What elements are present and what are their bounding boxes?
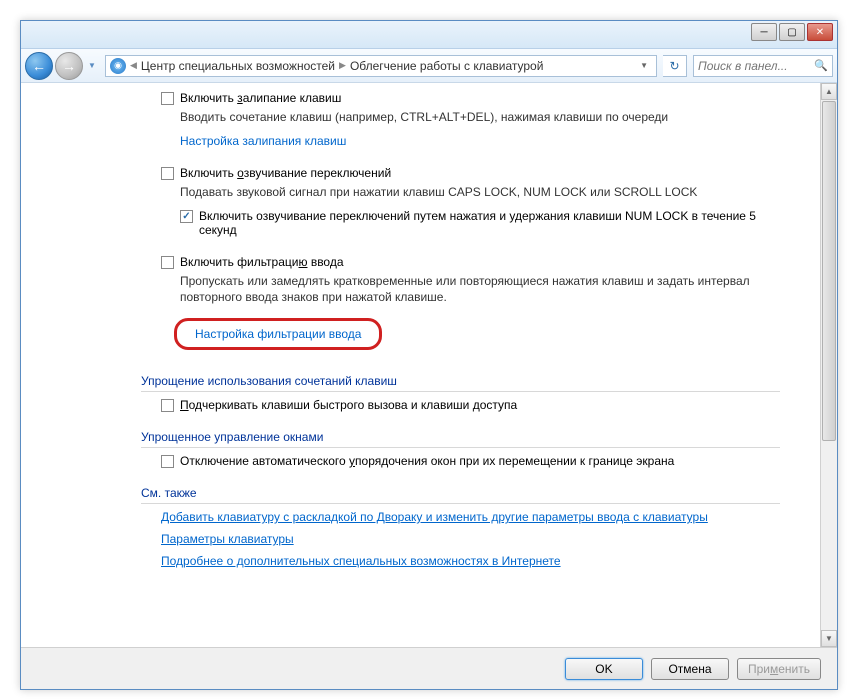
ease-of-access-icon: ◉ (110, 58, 126, 74)
keyboard-params-link[interactable]: Параметры клавиатуры (161, 532, 294, 546)
forward-button[interactable]: → (55, 52, 83, 80)
control-panel-window: ─ ▢ ✕ ← → ▼ ◉ ◀ Центр специальных возмож… (20, 20, 838, 690)
toggle-keys-label[interactable]: Включить озвучивание переключений (180, 166, 391, 180)
search-box[interactable]: 🔍 (693, 55, 833, 77)
toggle-keys-checkbox[interactable] (161, 167, 174, 180)
maximize-button[interactable]: ▢ (779, 23, 805, 41)
underline-shortcuts-checkbox[interactable] (161, 399, 174, 412)
scroll-thumb[interactable] (822, 101, 836, 441)
vertical-scrollbar[interactable]: ▲ ▼ (820, 83, 837, 647)
breadcrumb-separator-icon: ◀ (130, 60, 137, 71)
search-input[interactable] (698, 59, 814, 73)
disable-snap-label[interactable]: Отключение автоматического упорядочения … (180, 454, 674, 468)
filter-keys-checkbox[interactable] (161, 256, 174, 269)
scroll-down-arrow[interactable]: ▼ (821, 630, 837, 647)
sticky-keys-checkbox[interactable] (161, 92, 174, 105)
toggle-keys-numlock-checkbox[interactable] (180, 210, 193, 223)
filter-keys-description: Пропускать или замедлять кратковременные… (180, 273, 760, 307)
search-icon: 🔍 (814, 59, 828, 72)
toggle-keys-numlock-label[interactable]: Включить озвучивание переключений путем … (199, 209, 759, 237)
breadcrumb-part1[interactable]: Центр специальных возможностей (141, 59, 335, 73)
ok-button[interactable]: OK (565, 658, 643, 680)
scroll-up-arrow[interactable]: ▲ (821, 83, 837, 100)
back-button[interactable]: ← (25, 52, 53, 80)
breadcrumb-part2[interactable]: Облегчение работы с клавиатурой (350, 59, 544, 73)
breadcrumb-separator-icon: ▶ (339, 60, 346, 71)
underline-shortcuts-label[interactable]: Подчеркивать клавиши быстрого вызова и к… (180, 398, 517, 412)
dialog-footer: OK Отмена Применить (21, 647, 837, 689)
sticky-keys-label[interactable]: Включить залипание клавиш (180, 91, 341, 105)
filter-keys-settings-link[interactable]: Настройка фильтрации ввода (195, 327, 361, 341)
sticky-keys-settings-link[interactable]: Настройка залипания клавиш (180, 134, 346, 148)
shortcuts-section-header: Упрощение использования сочетаний клавиш (141, 374, 780, 392)
navigation-bar: ← → ▼ ◉ ◀ Центр специальных возможностей… (21, 49, 837, 83)
apply-button: Применить (737, 658, 821, 680)
address-bar[interactable]: ◉ ◀ Центр специальных возможностей ▶ Обл… (105, 55, 657, 77)
see-also-header: См. также (141, 486, 780, 504)
cancel-button[interactable]: Отмена (651, 658, 729, 680)
toggle-keys-description: Подавать звуковой сигнал при нажатии кла… (180, 184, 780, 201)
address-dropdown-icon[interactable]: ▼ (636, 61, 652, 70)
dvorak-link[interactable]: Добавить клавиатуру с раскладкой по Двор… (161, 510, 708, 524)
close-button[interactable]: ✕ (807, 23, 833, 41)
content-pane: Включить залипание клавиш Вводить сочета… (21, 83, 820, 647)
highlight-annotation: Настройка фильтрации ввода (174, 318, 382, 350)
minimize-button[interactable]: ─ (751, 23, 777, 41)
titlebar[interactable]: ─ ▢ ✕ (21, 21, 837, 49)
filter-keys-label[interactable]: Включить фильтрацию ввода (180, 255, 344, 269)
online-help-link[interactable]: Подробнее о дополнительных специальных в… (161, 554, 561, 568)
nav-history-dropdown[interactable]: ▼ (85, 56, 99, 76)
sticky-keys-description: Вводить сочетание клавиш (например, CTRL… (180, 109, 780, 126)
refresh-button[interactable]: ↻ (663, 55, 687, 77)
windows-section-header: Упрощенное управление окнами (141, 430, 780, 448)
disable-snap-checkbox[interactable] (161, 455, 174, 468)
